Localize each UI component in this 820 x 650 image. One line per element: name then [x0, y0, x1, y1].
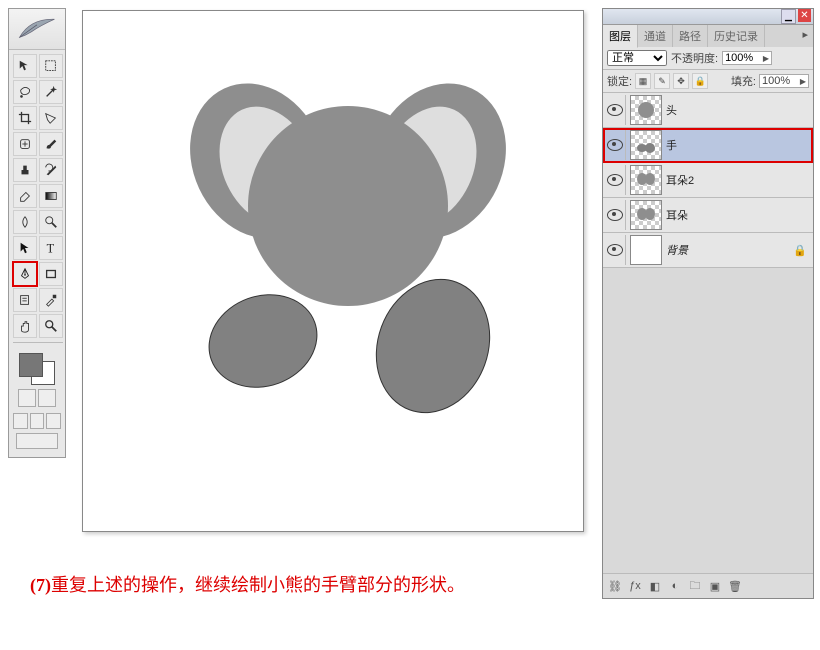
- visibility-toggle[interactable]: [605, 200, 626, 230]
- eraser-tool[interactable]: [13, 184, 37, 208]
- jump-row: [9, 431, 65, 451]
- gradient-tool[interactable]: [39, 184, 63, 208]
- panel-close-icon[interactable]: ✕: [798, 9, 811, 22]
- lock-move-icon[interactable]: ✥: [673, 73, 689, 89]
- layer-row[interactable]: 手: [603, 128, 813, 163]
- screenmode-toggle[interactable]: [38, 389, 56, 407]
- svg-text:T: T: [47, 241, 55, 255]
- jump-to-app-icon[interactable]: [16, 433, 58, 449]
- layer-row[interactable]: 耳朵2: [603, 163, 813, 198]
- eye-icon: [607, 244, 623, 256]
- screen-mode-full-menu[interactable]: [30, 413, 45, 429]
- tab-paths[interactable]: 路径: [673, 25, 708, 47]
- clone-stamp-tool[interactable]: [13, 158, 37, 182]
- visibility-toggle[interactable]: [605, 235, 626, 265]
- rectangle-shape-tool[interactable]: [39, 262, 63, 286]
- eye-icon: [607, 209, 623, 221]
- color-swatches: [9, 349, 65, 411]
- toolbox-header: [9, 9, 65, 50]
- panel-tabs: 图层 通道 路径 历史记录 ▸: [603, 25, 813, 47]
- foreground-color-swatch[interactable]: [19, 353, 43, 377]
- fg-bg-swatch[interactable]: [19, 353, 55, 385]
- move-tool[interactable]: [13, 54, 37, 78]
- lock-icon: 🔒: [793, 244, 807, 257]
- path-select-tool[interactable]: [13, 236, 37, 260]
- eye-icon: [607, 104, 623, 116]
- rect-marquee-tool[interactable]: [39, 54, 63, 78]
- panel-menu-icon[interactable]: ▸: [797, 25, 813, 47]
- screen-mode-standard[interactable]: [13, 413, 28, 429]
- screen-mode-row: [9, 411, 65, 431]
- layer-list: 头 手 耳朵2 耳朵 背景 🔒: [603, 93, 813, 573]
- hand-tool[interactable]: [13, 314, 37, 338]
- layer-thumb[interactable]: [630, 200, 662, 230]
- fill-label: 填充:: [731, 73, 756, 89]
- tool-grid: T: [9, 50, 65, 349]
- eyedropper-tool[interactable]: [39, 288, 63, 312]
- opacity-label: 不透明度:: [671, 50, 718, 66]
- layers-footer: ⛓ ƒx ◧ ◐ 🗀 ▣ 🗑: [603, 573, 813, 598]
- lock-paint-icon[interactable]: ✎: [654, 73, 670, 89]
- opacity-input[interactable]: 100%▶: [722, 51, 772, 65]
- layer-row[interactable]: 耳朵: [603, 198, 813, 233]
- quickmask-toggle[interactable]: [18, 389, 36, 407]
- visibility-toggle[interactable]: [605, 165, 626, 195]
- layer-mask-icon[interactable]: ◧: [647, 578, 663, 594]
- layer-name[interactable]: 耳朵: [666, 207, 811, 223]
- layer-thumb[interactable]: [630, 130, 662, 160]
- notes-tool[interactable]: [13, 288, 37, 312]
- layer-style-icon[interactable]: ƒx: [627, 578, 643, 594]
- instruction-caption: (7)重复上述的操作，继续绘制小熊的手臂部分的形状。: [30, 571, 465, 597]
- tab-layers[interactable]: 图层: [603, 25, 638, 48]
- layer-thumb[interactable]: [630, 165, 662, 195]
- visibility-toggle[interactable]: [605, 95, 626, 125]
- link-layers-icon[interactable]: ⛓: [607, 578, 623, 594]
- layer-row[interactable]: 背景 🔒: [603, 233, 813, 268]
- tab-channels[interactable]: 通道: [638, 25, 673, 47]
- layers-panel: ▁ ✕ 图层 通道 路径 历史记录 ▸ 正常 不透明度: 100%▶ 锁定: ▦…: [602, 8, 814, 599]
- new-layer-icon[interactable]: ▣: [707, 578, 723, 594]
- layer-row[interactable]: 头: [603, 93, 813, 128]
- history-brush-tool[interactable]: [39, 158, 63, 182]
- group-icon[interactable]: 🗀: [687, 578, 703, 594]
- layer-name[interactable]: 耳朵2: [666, 172, 811, 188]
- blend-mode-select[interactable]: 正常: [607, 50, 667, 66]
- step-number: (7): [30, 575, 51, 595]
- lock-label: 锁定:: [607, 73, 632, 89]
- screen-mode-full[interactable]: [46, 413, 61, 429]
- eye-icon: [607, 139, 623, 151]
- toolbox: T: [8, 8, 66, 458]
- app-logo-feather-icon: [15, 15, 59, 43]
- pen-tool[interactable]: [13, 262, 37, 286]
- lock-all-icon[interactable]: 🔒: [692, 73, 708, 89]
- lasso-tool[interactable]: [13, 80, 37, 104]
- healing-brush-tool[interactable]: [13, 132, 37, 156]
- lock-transparency-icon[interactable]: ▦: [635, 73, 651, 89]
- delete-layer-icon[interactable]: 🗑: [727, 578, 743, 594]
- crop-tool[interactable]: [13, 106, 37, 130]
- layer-name[interactable]: 头: [666, 102, 811, 118]
- fill-input[interactable]: 100%▶: [759, 74, 809, 88]
- separator: [13, 342, 63, 343]
- tab-history[interactable]: 历史记录: [708, 25, 765, 47]
- dodge-tool[interactable]: [39, 210, 63, 234]
- brush-tool[interactable]: [39, 132, 63, 156]
- layer-thumb[interactable]: [630, 95, 662, 125]
- panel-titlebar[interactable]: ▁ ✕: [603, 9, 813, 25]
- panel-minimize-icon[interactable]: ▁: [781, 9, 796, 24]
- slice-tool[interactable]: [39, 106, 63, 130]
- blur-tool[interactable]: [13, 210, 37, 234]
- eye-icon: [607, 174, 623, 186]
- document-canvas[interactable]: [82, 10, 584, 532]
- visibility-toggle[interactable]: [605, 130, 626, 160]
- layer-thumb[interactable]: [630, 235, 662, 265]
- adjustment-layer-icon[interactable]: ◐: [667, 578, 683, 594]
- type-tool[interactable]: T: [39, 236, 63, 260]
- zoom-tool[interactable]: [39, 314, 63, 338]
- layer-name[interactable]: 背景: [666, 242, 793, 258]
- layer-name[interactable]: 手: [666, 137, 811, 153]
- artwork: [83, 11, 583, 531]
- magic-wand-tool[interactable]: [39, 80, 63, 104]
